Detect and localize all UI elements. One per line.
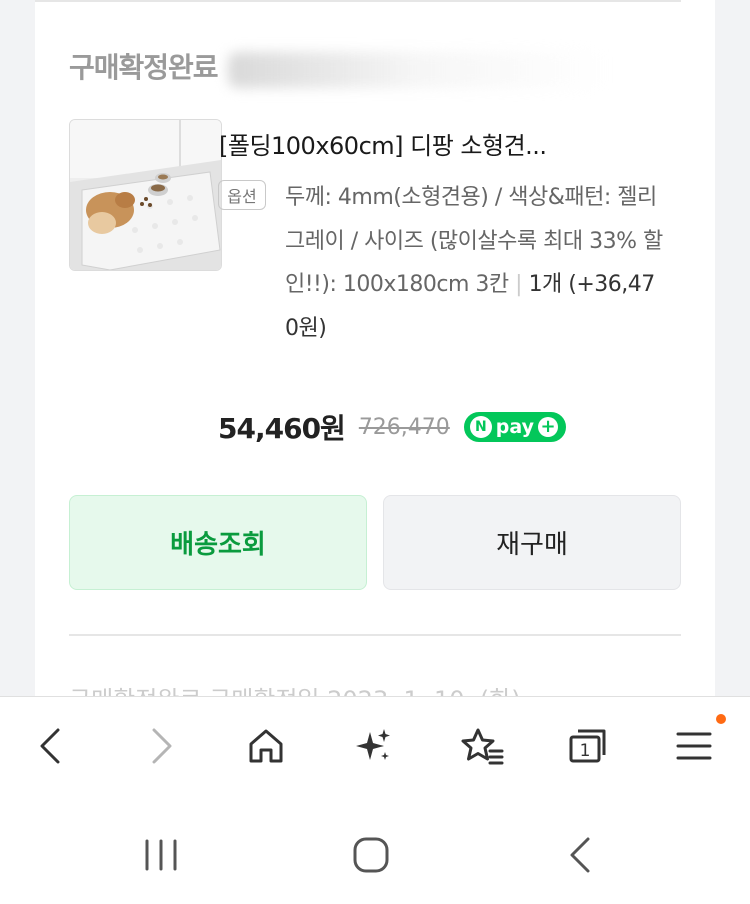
divider	[69, 634, 681, 636]
tab-count: 1	[580, 741, 591, 761]
notification-dot	[716, 714, 726, 724]
system-back-icon[interactable]	[551, 825, 611, 885]
rebuy-button[interactable]: 재구매	[383, 495, 681, 590]
divider	[35, 0, 681, 2]
home-circle-icon[interactable]	[341, 825, 401, 885]
tabs-icon[interactable]: 1	[558, 716, 618, 776]
npay-plus-icon: +	[538, 417, 559, 437]
forward-icon[interactable]	[131, 716, 191, 776]
delivery-tracking-button[interactable]: 배송조회	[69, 495, 367, 590]
recent-apps-icon[interactable]	[131, 825, 191, 885]
option-separator: |	[515, 272, 523, 297]
npay-badge: N pay +	[463, 412, 567, 442]
blurred-date-area	[228, 52, 608, 88]
back-icon[interactable]	[21, 716, 81, 776]
npay-label: pay	[495, 416, 535, 438]
product-name-link[interactable]: [폴딩100x60cm] 디팡 소형견...	[219, 126, 664, 161]
option-badge: 옵션	[218, 180, 266, 210]
sparkle-icon[interactable]	[344, 716, 404, 776]
npay-n-icon: N	[469, 416, 492, 438]
home-icon[interactable]	[236, 716, 296, 776]
order-status-title: 구매확정완료	[69, 51, 219, 84]
product-thumbnail[interactable]	[69, 119, 222, 271]
bookmark-star-icon[interactable]	[452, 716, 512, 776]
menu-icon[interactable]	[664, 716, 724, 776]
option-description: 두께: 4mm(소형견용) / 색상&패턴: 젤리 그레이 / 사이즈 (많이살…	[285, 176, 665, 350]
price: 54,460원	[218, 412, 346, 445]
price-row: 54,460원 726,470 N pay +	[218, 407, 567, 447]
original-price: 726,470	[358, 414, 450, 440]
